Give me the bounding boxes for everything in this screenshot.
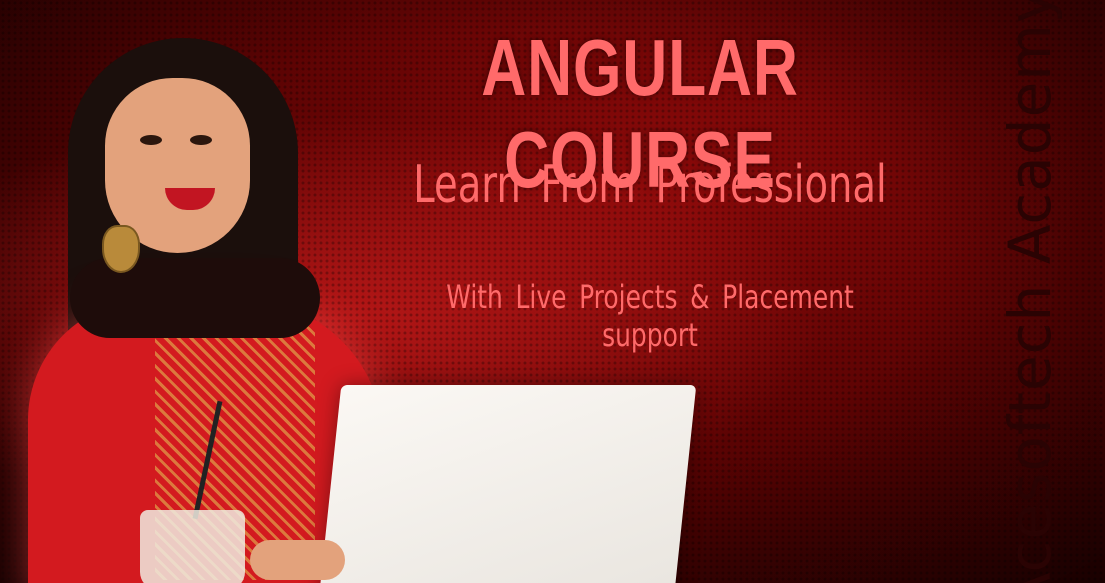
- course-banner: ANGULAR COURSE Learn From Professional W…: [0, 0, 1105, 583]
- hand: [250, 540, 345, 580]
- laptop: [318, 385, 697, 583]
- right-eye: [190, 135, 212, 145]
- drink-cup: [140, 510, 245, 583]
- dupatta: [70, 258, 320, 338]
- tagline: With Live Projects & Placement support: [446, 278, 854, 354]
- earring: [102, 225, 140, 273]
- left-eye: [140, 135, 162, 145]
- academy-name: Acesoftech Academy: [996, 0, 1064, 583]
- subheadline: Learn From Professional: [413, 155, 887, 215]
